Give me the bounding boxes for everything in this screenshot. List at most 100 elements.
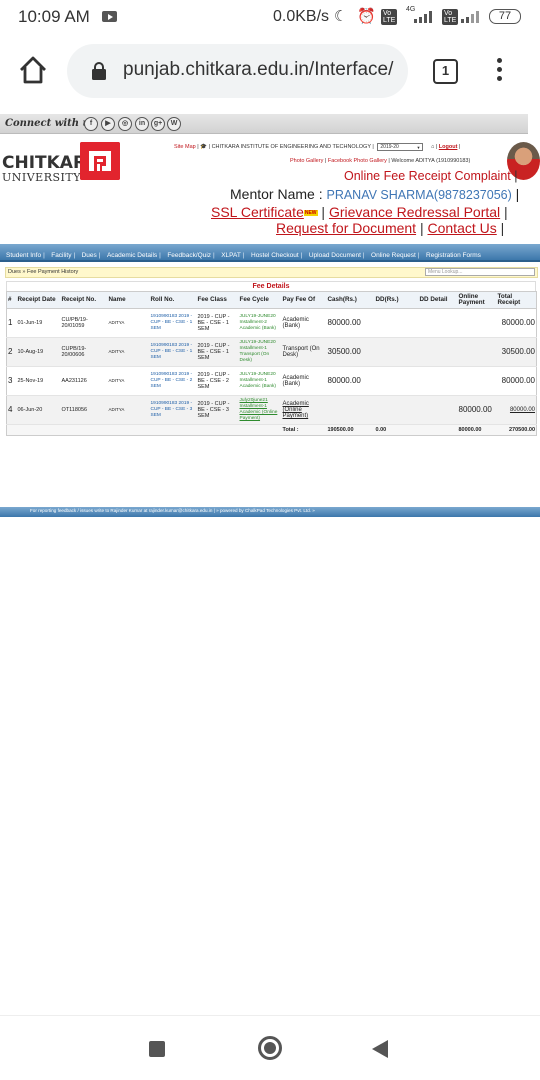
- main-nav: Student Info | Facility | Dues | Academic D…: [0, 244, 540, 262]
- cash-amount: 30500.00: [326, 337, 375, 367]
- nav-item-student-info[interactable]: Student Info: [6, 252, 41, 259]
- col-receipt-no: Receipt No.: [60, 291, 108, 309]
- fee-cycle[interactable]: July20june21 Installment-1 Academic (Onl…: [238, 395, 282, 425]
- fee-details-panel: Fee Details # Receipt Date Receipt No. N…: [6, 281, 537, 436]
- fee-class: 2019 - CUP - BE - CSE - 1 SEM: [196, 337, 239, 367]
- home-circle-icon[interactable]: [258, 1036, 282, 1060]
- table-row: 3 25-Nov-19 AA231126 ADITYA 1910990183 2…: [6, 366, 537, 396]
- home-icon[interactable]: [18, 55, 48, 85]
- photo-gallery-link[interactable]: Photo Gallery: [290, 158, 323, 164]
- nav-item-hostel-checkout[interactable]: Hostel Checkout: [251, 252, 299, 259]
- recent-apps-icon[interactable]: [149, 1041, 165, 1057]
- dd-detail: [418, 366, 458, 396]
- pay-fee-of-link[interactable]: Academic (Online Payment): [281, 395, 327, 425]
- mentor-value: PRANAV SHARMA(9878237056): [326, 188, 512, 202]
- nav-item-registration-forms[interactable]: Registration Forms: [426, 252, 481, 259]
- col-roll-no: Roll No.: [149, 291, 197, 309]
- nav-item-feedback-quiz[interactable]: Feedback/Quiz: [167, 252, 211, 259]
- battery-icon: 77: [489, 9, 521, 24]
- youtube-icon[interactable]: ▶: [101, 117, 115, 131]
- breadcrumb: Dues » Fee Payment History Menu Lookup..…: [5, 267, 538, 278]
- total-amount: 30500.00: [496, 337, 537, 367]
- grievance-portal-link[interactable]: Grievance Redressal Portal: [329, 204, 500, 220]
- wikipedia-icon[interactable]: W: [167, 117, 181, 131]
- year-select[interactable]: 2019-20: [377, 143, 424, 151]
- row-index: 4: [6, 395, 17, 425]
- alarm-icon: ⏰: [357, 8, 376, 25]
- dd-amount: [374, 395, 419, 425]
- request-document-link[interactable]: Request for Document: [276, 220, 416, 236]
- home-small-icon[interactable]: ⌂: [431, 144, 434, 150]
- fee-complaint-link[interactable]: Online Fee Receipt Complaint: [344, 169, 511, 183]
- total-amount: 80000.00: [496, 308, 537, 338]
- nav-item-academic-details[interactable]: Academic Details: [107, 252, 157, 259]
- tab-switcher-button[interactable]: 1: [433, 59, 458, 84]
- gallery-links: Photo Gallery | Facebook Photo Gallery |…: [290, 158, 471, 164]
- receipt-no: AA231126: [60, 366, 108, 396]
- status-bar: 10:09 AM 0.0KB/s ☾ ⏰ Vo LTE 4G Vo LTE 77: [0, 0, 540, 34]
- online-amount: [457, 337, 497, 367]
- volte-icon-2: Vo LTE: [442, 9, 459, 25]
- dd-amount: [374, 308, 419, 338]
- signal-icon-2: [461, 11, 479, 23]
- receipt-date: 10-Aug-19: [16, 337, 61, 367]
- col-fee-cycle: Fee Cycle: [238, 291, 282, 309]
- signal-icon-1: [414, 11, 432, 23]
- volte-icon: Vo LTE: [381, 9, 398, 25]
- logo-mark-icon: [80, 142, 120, 180]
- nav-item-xlpat[interactable]: XLPAT: [221, 252, 241, 259]
- connect-bar: Connect with us f ▶ ◎ in g+ W: [0, 114, 528, 134]
- contact-us-link[interactable]: Contact Us: [428, 220, 497, 236]
- total-dd-detail: [418, 424, 458, 436]
- welcome-text: Welcome ADITYA (1910990183): [391, 158, 471, 164]
- dd-amount: [374, 337, 419, 367]
- address-bar[interactable]: punjab.chitkara.edu.in/Interface/: [67, 44, 408, 98]
- col-total-receipt: Total Receipt: [496, 291, 537, 309]
- total-online: 80000.00: [457, 424, 497, 436]
- roll-no: 1910990183 2019 - CUP - BE - CSE - 1 SEM: [149, 337, 197, 367]
- back-icon[interactable]: [372, 1040, 388, 1058]
- mentor-label: Mentor Name :: [230, 186, 323, 202]
- online-amount: [457, 366, 497, 396]
- nav-item-facility[interactable]: Facility: [51, 252, 71, 259]
- twitter-icon[interactable]: ◎: [118, 117, 132, 131]
- facebook-gallery-link[interactable]: Facebook Photo Gallery: [328, 158, 387, 164]
- fee-details-title: Fee Details: [6, 281, 536, 291]
- menu-lookup-input[interactable]: Menu Lookup...: [425, 268, 535, 276]
- nav-item-dues[interactable]: Dues: [82, 252, 97, 259]
- fee-table-header: # Receipt Date Receipt No. Name Roll No.…: [6, 291, 537, 309]
- receipt-date: 06-Jun-20: [16, 395, 61, 425]
- logout-link[interactable]: Logout: [439, 144, 458, 150]
- row-index: 3: [6, 366, 17, 396]
- menu-icon[interactable]: [495, 58, 503, 86]
- linkedin-icon[interactable]: in: [135, 117, 149, 131]
- cash-amount: 80000.00: [326, 366, 375, 396]
- nav-item-upload-document[interactable]: Upload Document: [309, 252, 361, 259]
- nav-item-online-request[interactable]: Online Request: [371, 252, 416, 259]
- total-receipt: 270500.00: [496, 424, 537, 436]
- site-map-link[interactable]: Site Map: [174, 144, 196, 150]
- logo-subtitle: UNIVERSITY: [2, 171, 81, 184]
- browser-toolbar: punjab.chitkara.edu.in/Interface/ 1: [0, 34, 540, 110]
- web-page: Connect with us f ▶ ◎ in g+ W CHITKARA U…: [0, 110, 540, 1015]
- receipt-no: OT118056: [60, 395, 108, 425]
- mentor-row: Mentor Name : PRANAV SHARMA(9878237056) …: [230, 186, 520, 202]
- col-pay-fee-of: Pay Fee Of: [281, 291, 327, 309]
- dd-detail: [418, 337, 458, 367]
- fee-class: 2019 - CUP - BE - CSE - 1 SEM: [196, 308, 239, 338]
- total-amount-link[interactable]: 80000.00: [496, 395, 537, 425]
- col-dd-detail: DD Detail: [418, 291, 458, 309]
- pay-fee-of: Transport (On Desk): [281, 337, 327, 367]
- table-row: 4 06-Jun-20 OT118056 ADITYA 1910990183 2…: [6, 395, 537, 425]
- ssl-certificate-link[interactable]: SSL Certificate: [211, 204, 304, 220]
- youtube-notification-icon: [102, 11, 117, 22]
- col-cash: Cash(Rs.): [326, 291, 375, 309]
- online-amount: [457, 308, 497, 338]
- receipt-no: CUPB/19-20/00606: [60, 337, 108, 367]
- facebook-icon[interactable]: f: [84, 117, 98, 131]
- total-row: Total : 190500.00 0.00 80000.00 270500.0…: [6, 424, 537, 436]
- total-cash: 190500.00: [326, 424, 375, 436]
- connect-label: Connect with us: [5, 118, 96, 129]
- new-badge: NEW: [303, 210, 318, 217]
- google-plus-icon[interactable]: g+: [151, 117, 165, 131]
